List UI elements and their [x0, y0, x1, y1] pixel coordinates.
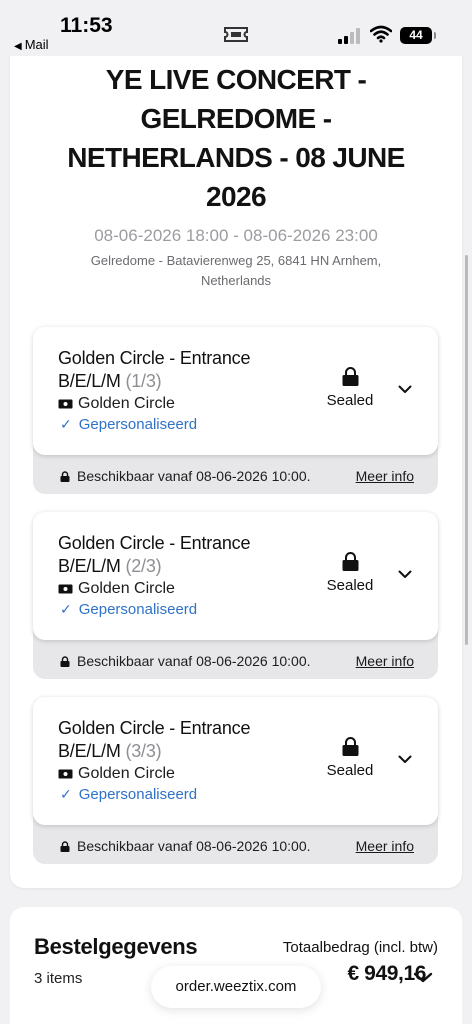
availability-text: Beschikbaar vanaf 08-06-2026 10:00. — [77, 838, 311, 854]
ticket-type-label: Golden Circle — [78, 395, 175, 412]
back-arrow-icon: ◀ — [14, 41, 22, 52]
status-time: 11:53 — [60, 14, 113, 37]
ticket-icon — [58, 769, 73, 779]
ticket-type-label: Golden Circle — [78, 580, 175, 597]
event-venue: Gelredome - Batavierenweg 25, 6841 HN Ar… — [90, 253, 382, 288]
personalized-badge: ✓ Gepersonaliseerd — [60, 416, 197, 433]
ticket-title: Golden Circle - Entrance B/E/L/M (3/3) — [58, 717, 298, 763]
ticket-title: Golden Circle - Entrance B/E/L/M (2/3) — [58, 532, 298, 578]
personalized-label: Gepersonaliseerd — [78, 786, 198, 803]
ticket-icon — [58, 584, 73, 594]
ticket-type: Golden Circle — [58, 395, 175, 413]
lock-icon — [342, 552, 358, 571]
ticket-item: Beschikbaar vanaf 08-06-2026 10:00. Meer… — [33, 697, 438, 864]
chevron-down-icon[interactable] — [398, 755, 412, 764]
meer-info-link[interactable]: Meer info — [356, 653, 414, 669]
meer-info-link[interactable]: Meer info — [356, 468, 414, 484]
chevron-down-icon[interactable] — [398, 570, 412, 579]
total-label: Totaalbedrag (incl. btw) — [282, 939, 438, 956]
ticket-status: Sealed — [313, 737, 387, 780]
ticket-card[interactable]: Golden Circle - Entrance B/E/L/M (3/3) G… — [33, 697, 438, 825]
ticket-count: (2/3) — [125, 556, 162, 576]
ticket-card[interactable]: Golden Circle - Entrance B/E/L/M (2/3) G… — [33, 512, 438, 640]
ticket-type: Golden Circle — [58, 580, 175, 598]
lock-icon — [342, 367, 358, 386]
ticket-item: Beschikbaar vanaf 08-06-2026 10:00. Meer… — [33, 512, 438, 679]
sealed-label: Sealed — [326, 577, 374, 594]
cellular-signal-icon — [338, 28, 360, 44]
lock-icon — [60, 470, 70, 482]
lock-icon — [60, 655, 70, 667]
status-bar: 11:53 ◀ Mail 44 — [0, 0, 472, 56]
scrollbar[interactable] — [465, 255, 468, 645]
chevron-down-icon[interactable] — [398, 385, 412, 394]
ticket-count: (3/3) — [125, 741, 162, 761]
sealed-label: Sealed — [326, 392, 374, 409]
availability-text: Beschikbaar vanaf 08-06-2026 10:00. — [77, 653, 311, 669]
back-to-mail-link[interactable]: ◀ Mail — [14, 37, 49, 52]
battery-icon: 44 — [400, 27, 436, 44]
chevron-down-icon[interactable] — [413, 972, 433, 983]
personalized-label: Gepersonaliseerd — [78, 601, 198, 618]
ticket-card[interactable]: Golden Circle - Entrance B/E/L/M (1/3) G… — [33, 327, 438, 455]
checkmark-icon: ✓ — [60, 601, 72, 617]
ticket-count: (1/3) — [125, 371, 162, 391]
availability-text: Beschikbaar vanaf 08-06-2026 10:00. — [77, 468, 311, 484]
order-summary-title: Bestelgegevens — [34, 934, 198, 959]
ticket-status-icon — [224, 27, 248, 42]
personalized-label: Gepersonaliseerd — [78, 416, 198, 433]
event-datetime: 08-06-2026 18:00 - 08-06-2026 23:00 — [94, 226, 378, 245]
order-item-count: 3 items — [34, 970, 83, 987]
event-title: YE LIVE CONCERT - GELREDOME - NETHERLAND… — [67, 64, 405, 212]
checkmark-icon: ✓ — [60, 786, 72, 802]
back-app-label: Mail — [24, 37, 49, 52]
ticket-status: Sealed — [313, 552, 387, 595]
ticket-type-label: Golden Circle — [78, 765, 175, 782]
lock-icon — [60, 840, 70, 852]
url-bar[interactable]: order.weeztix.com — [151, 966, 321, 1008]
meer-info-link[interactable]: Meer info — [356, 838, 414, 854]
ticket-status: Sealed — [313, 367, 387, 410]
ticket-item: Beschikbaar vanaf 08-06-2026 10:00. Meer… — [33, 327, 438, 494]
sealed-label: Sealed — [326, 762, 374, 779]
personalized-badge: ✓ Gepersonaliseerd — [60, 786, 197, 803]
personalized-badge: ✓ Gepersonaliseerd — [60, 601, 197, 618]
ticket-type: Golden Circle — [58, 765, 175, 783]
ticket-icon — [58, 399, 73, 409]
lock-icon — [342, 737, 358, 756]
wifi-icon — [370, 25, 392, 43]
ticket-title: Golden Circle - Entrance B/E/L/M (1/3) — [58, 347, 298, 393]
checkmark-icon: ✓ — [60, 416, 72, 432]
